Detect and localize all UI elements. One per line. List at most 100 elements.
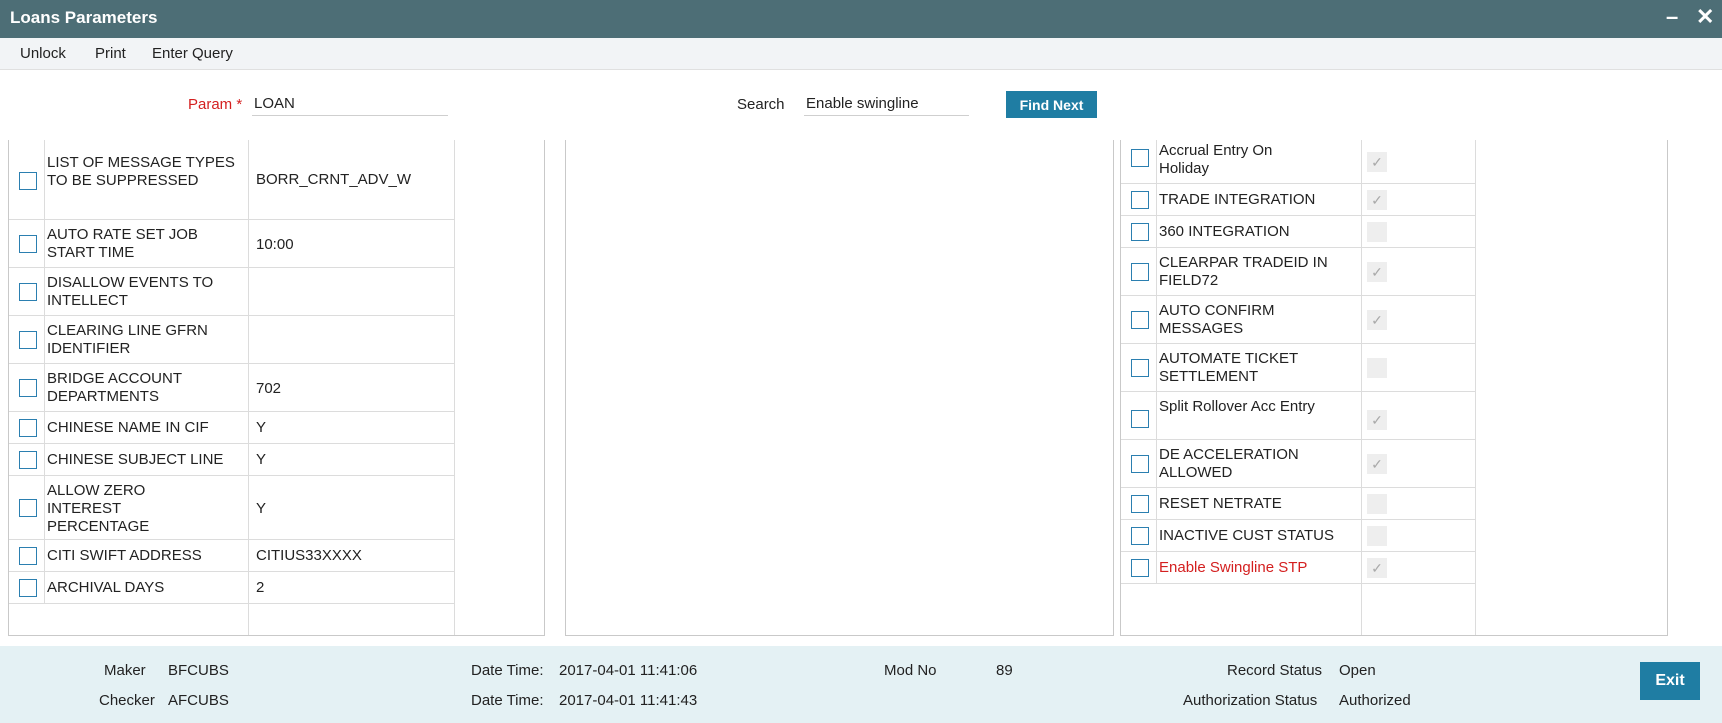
list-item: AUTOMATE TICKET SETTLEMENT [1121, 344, 1475, 392]
check-icon[interactable]: ✓ [1367, 190, 1387, 210]
empty-check-box[interactable] [1367, 222, 1387, 242]
right-parameter-panel: Accrual Entry On Holiday ✓ TRADE INTEGRA… [1120, 140, 1668, 636]
row-checkbox[interactable] [1131, 191, 1149, 209]
list-item: 360 INTEGRATION [1121, 216, 1475, 248]
list-item: TRADE INTEGRATION ✓ [1121, 184, 1475, 216]
record-status-label: Record Status [1227, 662, 1323, 679]
list-item: CLEARPAR TRADEID IN FIELD72 ✓ [1121, 248, 1475, 296]
param-value: 702 [256, 380, 282, 397]
maker-datetime: 2017-04-01 11:41:06 [559, 662, 698, 679]
search-label: Search [737, 96, 785, 113]
unlock-menu-item[interactable]: Unlock [20, 45, 66, 62]
list-item: BRIDGE ACCOUNT DEPARTMENTS 702 [9, 364, 454, 412]
row-checkbox[interactable] [1131, 311, 1149, 329]
list-item: ARCHIVAL DAYS 2 [9, 572, 454, 604]
param-value: BORR_CRNT_ADV_W [256, 171, 412, 188]
row-checkbox[interactable] [19, 547, 37, 565]
param-name: RESET NETRATE [1159, 495, 1282, 512]
param-name: AUTO RATE SET JOB START TIME [47, 226, 198, 261]
row-checkbox[interactable] [1131, 495, 1149, 513]
list-item: CLEARING LINE GFRN IDENTIFIER [9, 316, 454, 364]
row-checkbox[interactable] [1131, 410, 1149, 428]
mod-no-value: 89 [996, 662, 1013, 679]
mod-no-label: Mod No [884, 662, 937, 679]
record-status-value: Open [1339, 662, 1376, 679]
list-item: DE ACCELERATION ALLOWED ✓ [1121, 440, 1475, 488]
row-checkbox[interactable] [1131, 149, 1149, 167]
check-icon[interactable]: ✓ [1367, 262, 1387, 282]
param-name: AUTO CONFIRM MESSAGES [1159, 302, 1275, 337]
row-checkbox[interactable] [19, 419, 37, 437]
check-icon[interactable]: ✓ [1367, 152, 1387, 172]
row-checkbox[interactable] [19, 451, 37, 469]
param-name: INACTIVE CUST STATUS [1159, 527, 1335, 544]
window-title: Loans Parameters [10, 8, 158, 27]
empty-check-box[interactable] [1367, 494, 1387, 514]
empty-check-box[interactable] [1367, 358, 1387, 378]
param-name: Split Rollover Acc Entry [1159, 398, 1315, 415]
param-value: Y [256, 500, 267, 517]
param-value: CITIUS33XXXX [256, 547, 362, 564]
list-item: LIST OF MESSAGE TYPES TO BE SUPPRESSED B… [9, 140, 454, 220]
check-icon[interactable]: ✓ [1367, 558, 1387, 578]
list-item: Split Rollover Acc Entry ✓ [1121, 392, 1475, 440]
row-checkbox[interactable] [19, 172, 37, 190]
row-checkbox[interactable] [19, 331, 37, 349]
param-name-highlighted: Enable Swingline STP [1159, 559, 1308, 576]
enter-query-menu-item[interactable]: Enter Query [152, 45, 233, 62]
list-item: CITI SWIFT ADDRESS CITIUS33XXXX [9, 540, 454, 572]
param-name: CHINESE SUBJECT LINE [47, 451, 224, 468]
checker-datetime-label: Date Time: [471, 692, 544, 709]
param-value: Y [256, 451, 267, 468]
param-name: 360 INTEGRATION [1159, 223, 1290, 240]
param-value: 2 [256, 579, 265, 596]
param-name: LIST OF MESSAGE TYPES TO BE SUPPRESSED [47, 154, 235, 189]
row-checkbox[interactable] [19, 499, 37, 517]
row-checkbox[interactable] [1131, 263, 1149, 281]
param-name: Accrual Entry On Holiday [1159, 142, 1273, 177]
param-name: CHINESE NAME IN CIF [47, 419, 209, 436]
list-item: CHINESE SUBJECT LINE Y [9, 444, 454, 476]
title-bar: Loans Parameters – ✕ [0, 0, 1722, 38]
print-menu-item[interactable]: Print [95, 45, 126, 62]
param-input[interactable] [252, 92, 448, 116]
row-checkbox[interactable] [19, 579, 37, 597]
exit-button[interactable]: Exit [1640, 662, 1700, 700]
row-checkbox[interactable] [1131, 359, 1149, 377]
checker-datetime: 2017-04-01 11:41:43 [559, 692, 698, 709]
param-name: CITI SWIFT ADDRESS [47, 547, 202, 564]
search-input[interactable] [804, 92, 969, 116]
row-checkbox[interactable] [1131, 527, 1149, 545]
minimize-icon[interactable]: – [1666, 6, 1678, 28]
audit-footer: Maker BFCUBS Checker AFCUBS Date Time: 2… [0, 646, 1722, 723]
empty-check-box[interactable] [1367, 526, 1387, 546]
row-checkbox[interactable] [1131, 223, 1149, 241]
check-icon[interactable]: ✓ [1367, 410, 1387, 430]
check-icon[interactable]: ✓ [1367, 310, 1387, 330]
list-item: INACTIVE CUST STATUS [1121, 520, 1475, 552]
list-item: DISALLOW EVENTS TO INTELLECT [9, 268, 454, 316]
list-item: RESET NETRATE [1121, 488, 1475, 520]
maker-datetime-label: Date Time: [471, 662, 544, 679]
column-divider [454, 140, 455, 635]
row-checkbox[interactable] [1131, 559, 1149, 577]
row-checkbox[interactable] [1131, 455, 1149, 473]
row-checkbox[interactable] [19, 379, 37, 397]
param-name: DE ACCELERATION ALLOWED [1159, 446, 1299, 481]
find-next-button[interactable]: Find Next [1006, 91, 1097, 118]
row-checkbox[interactable] [19, 235, 37, 253]
maker-label: Maker [104, 662, 146, 679]
menu-bar: Unlock Print Enter Query [0, 38, 1722, 70]
left-parameter-panel: LIST OF MESSAGE TYPES TO BE SUPPRESSED B… [8, 140, 545, 636]
param-label: Param * [188, 96, 243, 113]
check-icon[interactable]: ✓ [1367, 454, 1387, 474]
auth-status-label: Authorization Status [1183, 692, 1318, 709]
list-item: CHINESE NAME IN CIF Y [9, 412, 454, 444]
maker-value: BFCUBS [168, 662, 229, 679]
close-icon[interactable]: ✕ [1696, 6, 1714, 28]
list-item: AUTO CONFIRM MESSAGES ✓ [1121, 296, 1475, 344]
row-checkbox[interactable] [19, 283, 37, 301]
checker-label: Checker [99, 692, 155, 709]
middle-panel [565, 140, 1114, 636]
param-name: AUTOMATE TICKET SETTLEMENT [1159, 350, 1298, 385]
